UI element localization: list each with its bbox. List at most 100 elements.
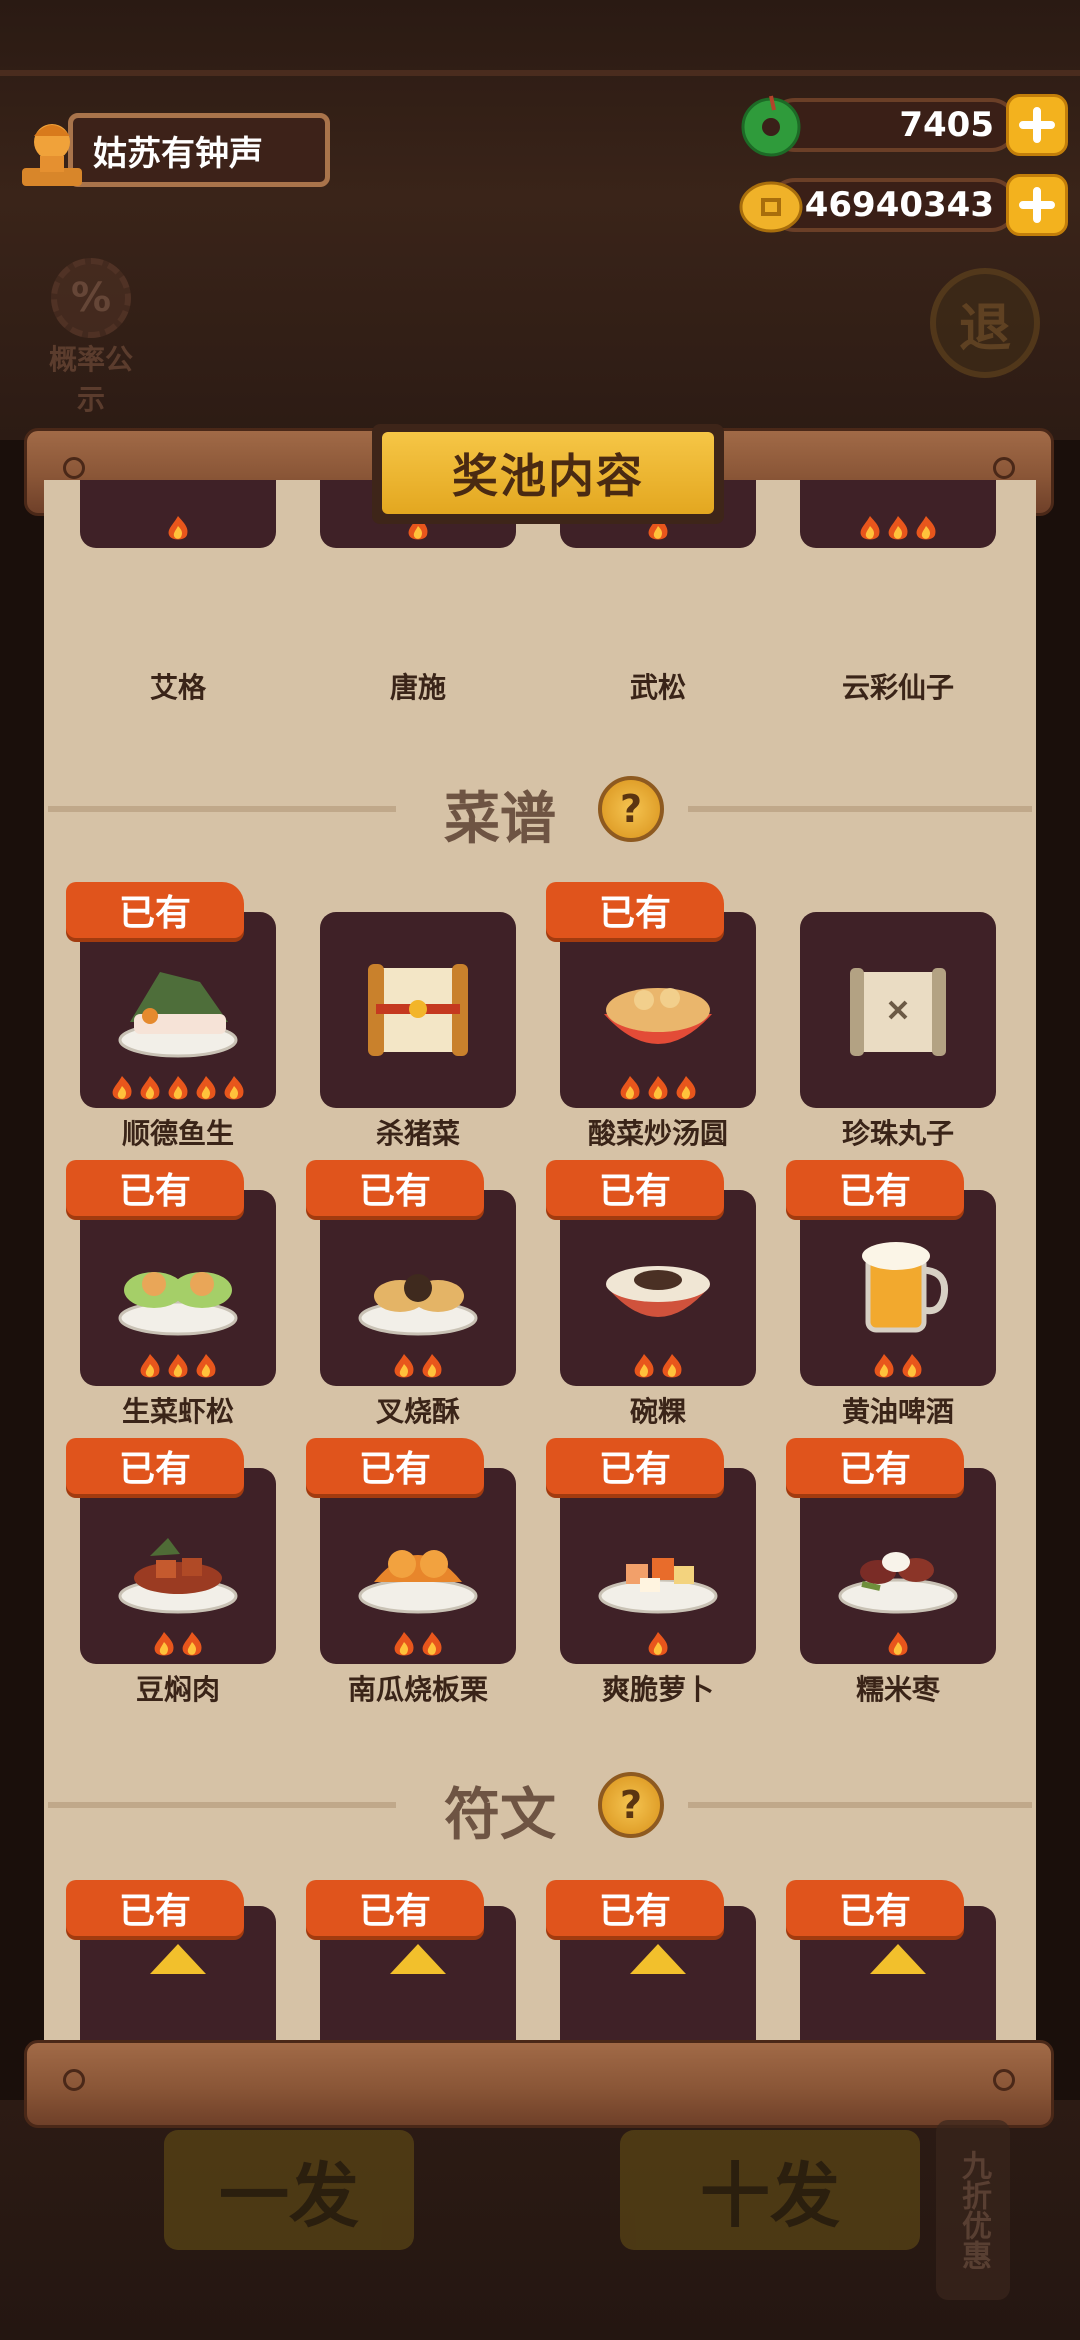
recipe-card[interactable]	[320, 1190, 516, 1386]
probability-label: 概率公示	[48, 343, 133, 416]
flame-icon	[422, 1354, 442, 1378]
flame-icon	[394, 1354, 414, 1378]
rune-gem-icon	[870, 1944, 926, 1974]
divider	[688, 1802, 1032, 1808]
flame-icon	[196, 1076, 216, 1100]
recipe-name: 叉烧酥	[375, 1395, 460, 1428]
flame-icon	[196, 1354, 216, 1378]
rarity-flames	[80, 1630, 276, 1660]
recipe-card[interactable]	[800, 1468, 996, 1664]
owned-badge: 已有	[786, 1160, 964, 1216]
character-card[interactable]	[800, 480, 996, 548]
rarity-flames	[800, 1630, 996, 1660]
recipe-name: 杀猪菜	[375, 1117, 460, 1150]
ten-draw-button[interactable]: 十发	[620, 2130, 920, 2250]
braised-pork-icon	[118, 1538, 238, 1614]
percent-gear-icon: %	[51, 258, 131, 338]
rod-cap	[993, 457, 1015, 479]
panel-title-plate: 奖池内容	[372, 424, 724, 524]
rune-gem-icon	[150, 1944, 206, 1974]
flame-icon	[676, 1076, 696, 1100]
tangyuan-bowl-icon	[604, 988, 712, 1044]
recipe-name: 糯米枣	[855, 1673, 940, 1706]
probability-button[interactable]: % 概率公示	[36, 258, 146, 416]
rod-cap	[993, 2069, 1015, 2091]
flame-icon	[422, 1632, 442, 1656]
player-name: 姑苏有钟声	[68, 113, 330, 187]
flame-icon	[182, 1632, 202, 1656]
recipe-card[interactable]	[80, 1468, 276, 1664]
recipe-card[interactable]	[320, 912, 516, 1108]
single-draw-button[interactable]: 一发	[164, 2130, 414, 2250]
rod-cap	[63, 457, 85, 479]
flame-icon	[916, 516, 936, 540]
recipe-name: 酸菜炒汤圆	[587, 1117, 728, 1150]
owned-badge: 已有	[546, 1160, 724, 1216]
recipe-card[interactable]	[560, 1468, 756, 1664]
rice-cake-bowl-icon	[606, 1266, 710, 1317]
owned-badge: 已有	[306, 1438, 484, 1494]
prize-pool-panel[interactable]: 艾格 唐施 武松 云彩仙子 菜谱 ? 已有 顺德鱼生 杀猪菜 已有 酸菜炒汤圆 珍珠丸子 已有 生菜…	[44, 480, 1036, 2060]
character-card[interactable]	[80, 480, 276, 548]
recipe-card[interactable]	[800, 1190, 996, 1386]
owned-badge: 已有	[66, 882, 244, 938]
flame-icon	[140, 1354, 160, 1378]
recipe-card[interactable]	[800, 912, 996, 1108]
rarity-flames	[800, 1352, 996, 1382]
flame-icon	[394, 1632, 414, 1656]
rarity-flames	[560, 1630, 756, 1660]
recipe-card[interactable]	[80, 912, 276, 1108]
pumpkin-chestnut-icon	[358, 1550, 478, 1614]
recipe-card[interactable]	[80, 1190, 276, 1386]
scroll-plain-icon	[850, 968, 946, 1056]
add-jade-button[interactable]	[1006, 94, 1068, 156]
recipes-section-header: 菜谱 ?	[44, 768, 1036, 852]
recipe-card[interactable]	[320, 1468, 516, 1664]
runes-help-button[interactable]: ?	[598, 1772, 664, 1838]
rune-gem-icon	[630, 1944, 686, 1974]
coin-amount: 46940343	[768, 178, 1018, 232]
owned-badge: 已有	[306, 1880, 484, 1936]
jade-amount: 7405	[768, 98, 1018, 152]
recipe-name: 黄油啤酒	[841, 1395, 954, 1428]
exit-button[interactable]: 退	[930, 268, 1040, 378]
rune-gem-icon	[390, 1944, 446, 1974]
coin-icon	[739, 181, 803, 233]
recipe-card[interactable]	[560, 912, 756, 1108]
recipes-help-button[interactable]: ?	[598, 776, 664, 842]
recipe-name: 生菜虾松	[121, 1395, 234, 1428]
flame-icon	[902, 1354, 922, 1378]
recipe-card[interactable]	[560, 1190, 756, 1386]
recipe-name: 珍珠丸子	[841, 1117, 954, 1150]
rarity-flames	[560, 1352, 756, 1382]
flame-icon	[168, 516, 188, 540]
scroll-rod-bottom	[24, 2040, 1054, 2128]
player-card[interactable]: 姑苏有钟声	[8, 105, 330, 195]
rarity-flames	[80, 1352, 276, 1382]
runes-section-header: 符文 ?	[44, 1764, 1036, 1848]
sticky-rice-dates-icon	[838, 1552, 958, 1614]
lettuce-shrimp-icon	[118, 1272, 238, 1336]
flame-icon	[224, 1076, 244, 1100]
flame-icon	[888, 1632, 908, 1656]
flame-icon	[620, 1076, 640, 1100]
add-coin-button[interactable]	[1006, 174, 1068, 236]
owned-badge: 已有	[786, 1880, 964, 1936]
owned-badge: 已有	[66, 1438, 244, 1494]
fish-sashimi-icon	[118, 972, 238, 1058]
divider	[48, 1802, 396, 1808]
recipe-name: 爽脆萝卜	[601, 1673, 714, 1706]
recipe-name: 碗粿	[629, 1395, 686, 1428]
character-name: 唐施	[389, 671, 446, 704]
flame-icon	[662, 1354, 682, 1378]
plus-icon	[1019, 107, 1055, 143]
divider	[48, 806, 396, 812]
owned-badge: 已有	[306, 1160, 484, 1216]
flame-icon	[648, 1076, 668, 1100]
owned-badge: 已有	[546, 1880, 724, 1936]
recipes-section-title: 菜谱	[444, 787, 556, 852]
scroll-gold-icon	[368, 964, 468, 1056]
character-name: 艾格	[149, 671, 206, 704]
rarity-flames	[800, 514, 996, 544]
flame-icon	[168, 1076, 188, 1100]
